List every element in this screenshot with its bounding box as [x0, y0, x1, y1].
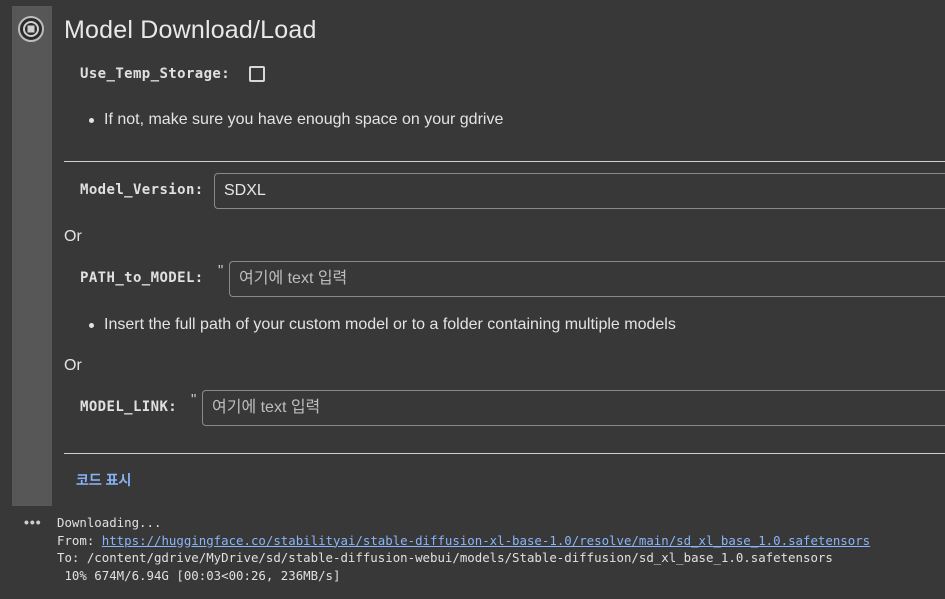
run-cell-button[interactable] [18, 16, 44, 42]
cell-output: ••• Downloading... From: https://hugging… [12, 506, 945, 599]
or-text: Or [64, 357, 82, 374]
section-divider [64, 161, 945, 162]
output-line: To: /content/gdrive/MyDrive/sd/stable-di… [57, 550, 833, 565]
path-to-model-input[interactable] [229, 261, 945, 297]
stop-icon [23, 21, 39, 37]
output-from-prefix: From: [57, 532, 102, 548]
section-divider [64, 453, 945, 454]
model-version-label: Model_Version: [80, 182, 204, 198]
download-url-link[interactable]: https://huggingface.co/stabilityai/stabl… [102, 533, 870, 548]
form-content: Model Download/Load Use_Temp_Storage: If… [64, 6, 945, 506]
model-link-input[interactable] [202, 390, 945, 426]
use-temp-storage-label: Use_Temp_Storage: [80, 66, 231, 82]
path-quote-mark: " [218, 262, 224, 279]
progress-line: 10% 674M/6.94G [00:03<00:26, 236MB/s] [57, 567, 341, 583]
or-text: Or [64, 228, 82, 245]
link-quote-mark: " [191, 391, 197, 408]
model-version-input[interactable] [214, 173, 945, 209]
colab-page: Model Download/Load Use_Temp_Storage: If… [0, 0, 945, 599]
form-title: Model Download/Load [64, 16, 317, 44]
path-note: Insert the full path of your custom mode… [89, 316, 676, 333]
output-text: Downloading... From: https://huggingface… [57, 514, 870, 584]
show-code-link[interactable]: 코드 표시 [76, 470, 131, 490]
output-line: Downloading... [57, 515, 162, 530]
cell-gutter [12, 6, 52, 506]
use-temp-storage-checkbox[interactable] [249, 66, 265, 82]
storage-note: If not, make sure you have enough space … [88, 111, 504, 128]
output-menu-icon[interactable]: ••• [24, 514, 42, 530]
model-link-label: MODEL_LINK: [80, 399, 178, 415]
form-cell: Model Download/Load Use_Temp_Storage: If… [12, 6, 945, 506]
path-to-model-label: PATH_to_MODEL: [80, 270, 204, 286]
